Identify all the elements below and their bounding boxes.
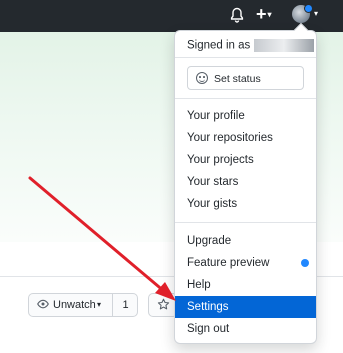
user-menu-button[interactable]: ▾	[292, 4, 322, 27]
plus-icon: +	[256, 4, 267, 24]
unwatch-label: Unwatch	[53, 299, 96, 311]
menu-item-feature-preview[interactable]: Feature preview	[175, 252, 316, 274]
signed-in-text: Signed in as	[187, 39, 251, 52]
redacted-username	[254, 39, 315, 52]
user-dropdown-menu: Signed in as Set status Your profile You…	[174, 22, 317, 344]
chevron-down-icon: ▾	[97, 300, 102, 309]
set-status-label: Set status	[214, 73, 261, 85]
divider	[175, 57, 316, 58]
chevron-down-icon: ▾	[314, 9, 319, 18]
menu-item-your-gists[interactable]: Your gists	[175, 193, 316, 215]
divider	[175, 222, 316, 223]
menu-item-your-repositories[interactable]: Your repositories	[175, 127, 316, 149]
unwatch-button[interactable]: Unwatch ▾ 1	[28, 293, 138, 317]
create-new-button[interactable]: +▾	[256, 4, 280, 26]
menu-item-your-projects[interactable]: Your projects	[175, 149, 316, 171]
menu-item-settings[interactable]: Settings	[175, 296, 316, 318]
eye-icon	[37, 298, 49, 313]
smiley-icon	[196, 72, 208, 84]
menu-item-your-profile[interactable]: Your profile	[175, 105, 316, 127]
new-feature-dot	[301, 259, 309, 267]
feature-preview-label: Feature preview	[187, 257, 270, 269]
signed-in-label: Signed in as	[187, 39, 315, 52]
set-status-button[interactable]: Set status	[187, 66, 304, 90]
divider	[175, 98, 316, 99]
chevron-down-icon: ▾	[267, 10, 272, 20]
menu-item-help[interactable]: Help	[175, 274, 316, 296]
top-navbar: +▾ ▾	[0, 0, 343, 32]
star-icon	[157, 298, 170, 314]
menu-item-upgrade[interactable]: Upgrade	[175, 230, 316, 252]
watch-count[interactable]: 1	[113, 299, 138, 311]
menu-item-your-stars[interactable]: Your stars	[175, 171, 316, 193]
menu-item-sign-out[interactable]: Sign out	[175, 318, 316, 340]
bell-icon[interactable]	[228, 6, 246, 24]
notification-dot	[304, 4, 313, 13]
